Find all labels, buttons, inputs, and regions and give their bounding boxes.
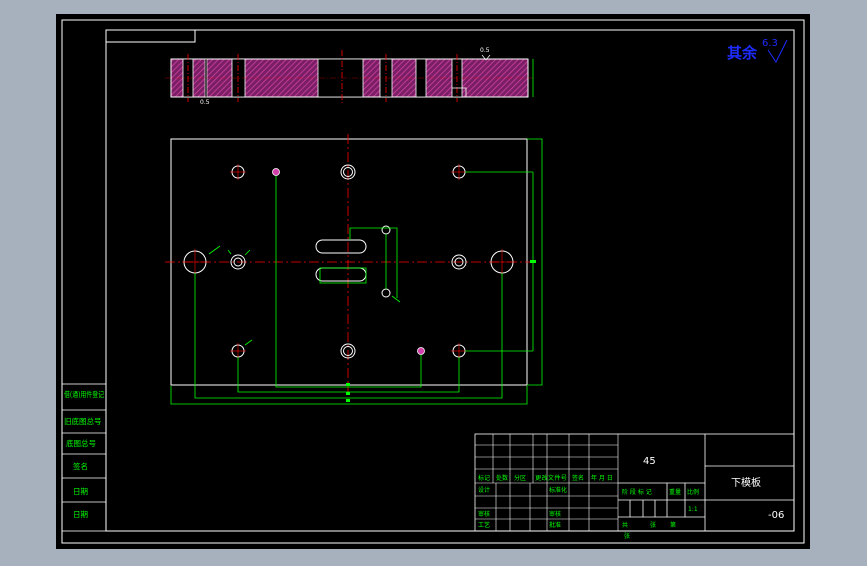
scale-label: 比例 xyxy=(687,488,699,496)
cad-viewport[interactable]: 其余 6.3 0.5 0.5 借(通)用件登记 旧底图总号 底图总号 签名 日期… xyxy=(0,0,867,562)
drawing-sheet: 其余 6.3 0.5 0.5 借(通)用件登记 旧底图总号 底图总号 签名 日期… xyxy=(56,14,810,549)
strip-row-5: 日期 xyxy=(73,487,88,496)
strip-row-4: 签名 xyxy=(73,461,88,471)
sheet-tail-label: 张 xyxy=(624,532,630,540)
scale-value: 1:1 xyxy=(688,506,698,513)
rev-header-sign: 签名 xyxy=(572,474,584,482)
strip-row-3: 底图总号 xyxy=(66,438,96,448)
design-label: 设计 xyxy=(478,486,490,494)
strip-row-2: 旧底图总号 xyxy=(64,416,102,426)
sheets-total-label: 共 xyxy=(622,521,628,529)
strip-row-1: 借(通)用件登记 xyxy=(64,389,104,399)
rev-header-mark: 标记 xyxy=(478,474,490,482)
check-label: 审核 xyxy=(549,510,561,518)
rev-header-zone: 分区 xyxy=(514,474,526,482)
rev-header-docno: 更改文件号 xyxy=(535,474,567,482)
sheet-label: 张 xyxy=(650,521,656,529)
approve-label: 批准 xyxy=(549,521,561,529)
drawing-number-text: -06 xyxy=(768,510,784,521)
part-name-text: 下模板 xyxy=(731,476,761,489)
rev-header-count: 处数 xyxy=(496,474,508,482)
material-text: 45 xyxy=(643,456,656,467)
craft-label: 工艺 xyxy=(478,521,490,529)
section-note-2: 0.5 xyxy=(200,99,210,106)
strip-row-6: 日期 xyxy=(73,510,88,519)
sheet-num-label: 第 xyxy=(670,521,676,529)
rev-header-date: 年 月 日 xyxy=(591,474,613,482)
weight-label: 重量 xyxy=(669,488,681,496)
section-note: 0.5 xyxy=(480,47,490,54)
standardize-label: 标准化 xyxy=(549,486,567,494)
roughness-label: 其余 xyxy=(727,44,758,62)
roughness-value: 6.3 xyxy=(762,38,778,49)
review-label: 审核 xyxy=(478,510,490,518)
stage-label: 阶 段 标 记 xyxy=(622,488,652,496)
